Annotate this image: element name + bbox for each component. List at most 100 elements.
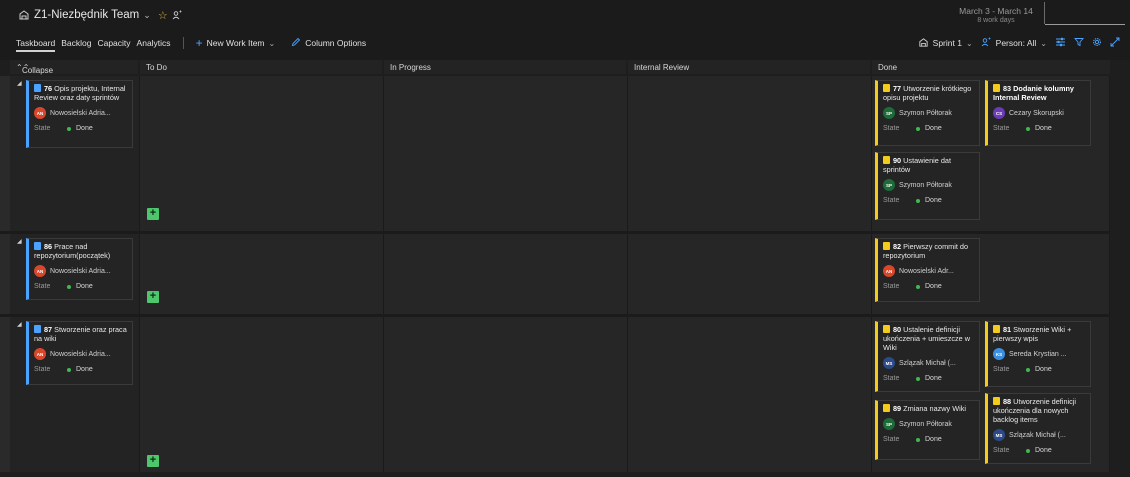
internal-review-cell (628, 234, 872, 314)
status-dot (67, 126, 71, 131)
plus-icon: + (195, 36, 203, 50)
state-value[interactable]: Done (76, 125, 93, 132)
status-dot (1026, 126, 1030, 131)
header: Z1-Niezbędnik Team ⌄ ☆ March 3 - March 1… (0, 0, 1130, 60)
avatar: SP (883, 418, 895, 430)
status-dot (1026, 367, 1030, 372)
assignee[interactable]: CS Cezary Skorupski (993, 107, 1085, 119)
status-dot (1026, 448, 1030, 453)
fullscreen-icon[interactable] (1110, 37, 1120, 50)
task-card[interactable]: 80 Ustalenie definicji ukończenia + umie… (875, 321, 980, 392)
task-icon (883, 84, 890, 92)
tab-analytics[interactable]: Analytics (137, 38, 171, 48)
parent-card[interactable]: 76 Opis projektu, Internal Review oraz d… (26, 80, 133, 148)
sprint-progress-line (1045, 24, 1125, 25)
todo-cell (140, 234, 384, 314)
task-icon (993, 325, 1000, 333)
status-dot (67, 284, 71, 289)
expand-toggle-icon[interactable]: ◢ (17, 238, 22, 245)
assignee[interactable]: AN Nowosielski Adria... (34, 348, 127, 360)
task-card[interactable]: 77 Utworzenie krótkiego opisu projektu S… (875, 80, 980, 146)
avatar: SP (883, 107, 895, 119)
column-options-button[interactable]: Column Options (291, 37, 366, 49)
state-value[interactable]: Done (1035, 366, 1052, 373)
chevron-down-icon[interactable]: ⌄ (143, 10, 151, 21)
task-icon (883, 325, 890, 333)
assignee[interactable]: SP Szymon Półtorak (883, 418, 974, 430)
status-dot (67, 367, 71, 372)
settings-sliders-icon[interactable] (1055, 37, 1066, 50)
filter-icon[interactable] (1074, 37, 1084, 50)
in-progress-cell (384, 76, 628, 231)
state-value[interactable]: Done (925, 197, 942, 204)
status-dot (916, 198, 920, 203)
tab-taskboard[interactable]: Taskboard (16, 38, 56, 52)
collapse-all-button[interactable]: ⌃⌃ Collapse all (16, 63, 53, 84)
avatar: KS (993, 348, 1005, 360)
gear-icon[interactable] (1092, 37, 1102, 50)
parent-card[interactable]: 86 Prace nad repozytorium(początek) AN No… (26, 238, 133, 300)
task-icon (993, 397, 1000, 405)
expand-toggle-icon[interactable]: ◢ (17, 321, 22, 328)
status-dot (916, 437, 920, 442)
backlog-item-icon (34, 325, 41, 333)
state-value[interactable]: Done (925, 436, 942, 443)
column-header-done: Done (872, 60, 1110, 74)
task-card[interactable]: 81 Stworzenie Wiki + pierwszy wpis KS Ser… (985, 321, 1091, 387)
new-work-item-button[interactable]: + New Work Item ⌄ (195, 36, 276, 50)
team-icon (18, 9, 30, 21)
divider (182, 37, 184, 49)
person-icon[interactable] (172, 10, 183, 21)
add-task-button[interactable]: + (147, 291, 159, 303)
add-task-button[interactable]: + (147, 208, 159, 220)
assignee[interactable]: MS Szlązak Michał (... (883, 357, 974, 369)
add-task-button[interactable]: + (147, 455, 159, 467)
new-work-item-label: New Work Item (206, 38, 265, 48)
state-value[interactable]: Done (1035, 125, 1052, 132)
collapse-all-header[interactable]: ⌃⌃ Collapse all (10, 60, 138, 84)
assignee[interactable]: SP Szymon Półtorak (883, 107, 974, 119)
state-value[interactable]: Done (1035, 447, 1052, 454)
state-value[interactable]: Done (76, 366, 93, 373)
avatar: AN (883, 265, 895, 277)
favorite-star-icon[interactable]: ☆ (158, 9, 168, 22)
person-filter[interactable]: Person: All ⌄ (981, 37, 1047, 50)
avatar: SP (883, 179, 895, 191)
column-header-todo: To Do (140, 60, 382, 74)
todo-cell (140, 76, 384, 231)
avatar: CS (993, 107, 1005, 119)
task-card[interactable]: 82 Pierwszy commit do repozytorium AN Now… (875, 238, 980, 302)
task-card[interactable]: 90 Ustawienie dat sprintów SP Szymon Półt… (875, 152, 980, 220)
backlog-item-icon (34, 242, 41, 250)
team-name[interactable]: Z1-Niezbędnik Team (34, 9, 139, 21)
todo-cell (140, 317, 384, 472)
sprint-label: Sprint 1 (932, 38, 962, 48)
state-value[interactable]: Done (925, 375, 942, 382)
task-card[interactable]: 83 Dodanie kolumny Internal Review CS Cez… (985, 80, 1091, 146)
avatar: AN (34, 107, 46, 119)
chevron-down-icon: ⌄ (268, 38, 276, 48)
expand-toggle-icon[interactable]: ◢ (17, 80, 22, 87)
divider (1044, 2, 1045, 24)
person-icon (981, 37, 992, 50)
task-card[interactable]: 89 Zmiana nazwy Wiki SP Szymon Półtorak S… (875, 400, 980, 460)
assignee[interactable]: AN Nowosielski Adria... (34, 265, 127, 277)
task-card[interactable]: 88 Utworzenie definicji ukończenia dla n… (985, 393, 1091, 464)
team-selector[interactable]: Z1-Niezbędnik Team ⌄ ☆ (18, 7, 183, 23)
work-days: 8 work days (977, 17, 1015, 24)
assignee[interactable]: SP Szymon Półtorak (883, 179, 974, 191)
state-value[interactable]: Done (76, 283, 93, 290)
assignee[interactable]: AN Nowosielski Adr... (883, 265, 974, 277)
status-dot (916, 376, 920, 381)
assignee[interactable]: AN Nowosielski Adria... (34, 107, 127, 119)
assignee[interactable]: KS Sereda Krystian ... (993, 348, 1085, 360)
parent-card[interactable]: 87 Stworzenie oraz praca na wiki AN Nowos… (26, 321, 133, 385)
state-value[interactable]: Done (925, 283, 942, 290)
tab-backlog[interactable]: Backlog (61, 38, 91, 48)
tab-capacity[interactable]: Capacity (97, 38, 130, 48)
avatar: AN (34, 265, 46, 277)
assignee[interactable]: MS Szlązak Michał (... (993, 429, 1085, 441)
state-value[interactable]: Done (925, 125, 942, 132)
sprint-range: March 3 - March 14 (959, 6, 1033, 16)
sprint-picker[interactable]: Sprint 1 ⌄ (918, 37, 973, 50)
